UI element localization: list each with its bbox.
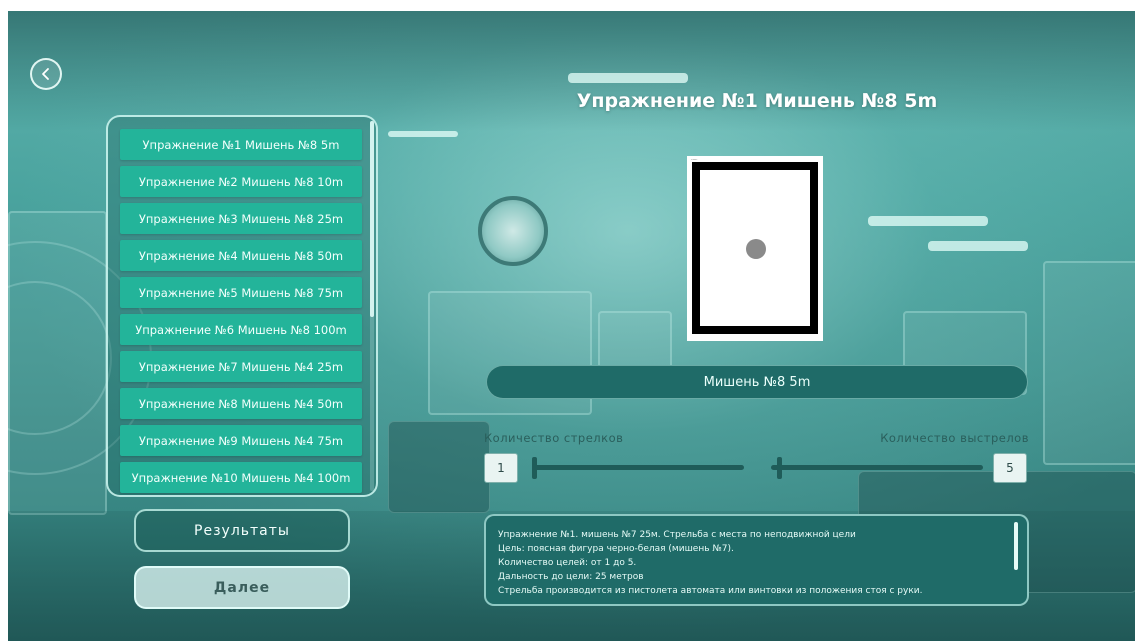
exercise-item-3[interactable]: Упражнение №3 Мишень №8 25m [120, 203, 362, 234]
description-line: Цель: поясная фигура черно-белая (мишень… [498, 544, 734, 554]
description-scrollbar[interactable] [1014, 522, 1018, 570]
wall-clock [478, 196, 548, 266]
description-line: Количество целей: от 1 до 5. [498, 558, 637, 568]
shooters-slider-track[interactable] [532, 465, 744, 470]
top-margin [0, 0, 1135, 11]
exercise-item-8[interactable]: Упражнение №8 Мишень №4 50m [120, 388, 362, 419]
exercise-item-10[interactable]: Упражнение №10 Мишень №4 100m [120, 462, 362, 493]
shots-slider-track[interactable] [771, 465, 983, 470]
chevron-left-icon [42, 68, 49, 80]
exercise-item-4[interactable]: Упражнение №4 Мишень №8 50m [120, 240, 362, 271]
exercise-list[interactable]: Упражнение №1 Мишень №8 5m Упражнение №2… [106, 115, 378, 497]
exercise-item-7[interactable]: Упражнение №7 Мишень №4 25m [120, 351, 362, 382]
shots-slider-thumb[interactable] [777, 457, 782, 479]
exercise-description[interactable]: Упражнение №1. мишень №7 25м. Стрельба с… [484, 514, 1029, 606]
exercise-item-5[interactable]: Упражнение №5 Мишень №8 75m [120, 277, 362, 308]
shooters-value: 1 [484, 453, 518, 483]
target-name-bar: Мишень №8 5m [486, 365, 1028, 399]
description-line: Упражнение №1. мишень №7 25м. Стрельба с… [498, 530, 856, 540]
target-center-dot [746, 239, 766, 259]
description-line: Дальность до цели: 25 метров [498, 572, 644, 582]
exercise-item-1[interactable]: Упражнение №1 Мишень №8 5m [120, 129, 362, 160]
list-scrollbar-thumb[interactable] [370, 121, 374, 317]
exercise-item-6[interactable]: Упражнение №6 Мишень №8 100m [120, 314, 362, 345]
shooters-label: Количество стрелков [484, 431, 624, 445]
back-button[interactable] [30, 58, 62, 90]
list-scrollbar[interactable] [370, 121, 374, 491]
exercise-title: Упражнение №1 Мишень №8 5m [576, 90, 938, 112]
shooters-slider-thumb[interactable] [532, 457, 537, 479]
target-preview: ·—· [687, 156, 823, 341]
results-button[interactable]: Результаты [134, 509, 350, 552]
exercise-item-9[interactable]: Упражнение №9 Мишень №4 75m [120, 425, 362, 456]
description-line: Стрельба производится из пистолета автом… [498, 586, 923, 596]
shots-value: 5 [993, 453, 1027, 483]
shots-label: Количество выстрелов [880, 431, 1029, 445]
exercise-item-2[interactable]: Упражнение №2 Мишень №8 10m [120, 166, 362, 197]
next-button[interactable]: Далее [134, 566, 350, 609]
